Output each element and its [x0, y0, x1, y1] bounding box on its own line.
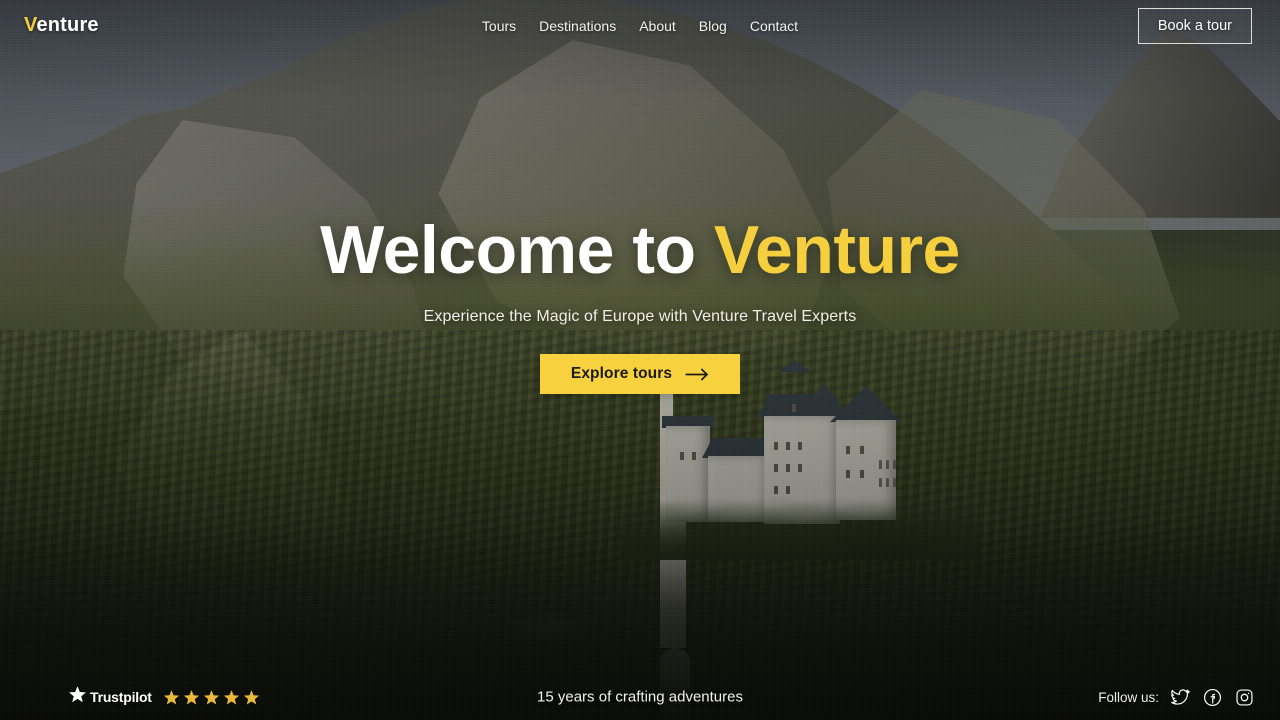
nav-item-tours[interactable]: Tours	[482, 19, 516, 33]
experience-tagline: 15 years of crafting adventures	[537, 688, 743, 706]
star-icon	[223, 689, 240, 706]
explore-tours-button[interactable]: Explore tours	[539, 354, 741, 395]
trustpilot-star-icon	[68, 685, 87, 709]
hero-title-plain: Welcome to	[320, 212, 696, 288]
facebook-icon[interactable]	[1202, 687, 1222, 707]
twitter-icon[interactable]	[1170, 687, 1190, 707]
follow-us-label: Follow us:	[1098, 689, 1159, 705]
social-links: Follow us:	[1098, 687, 1254, 707]
arrow-right-icon	[685, 368, 709, 381]
trustpilot-label: Trustpilot	[90, 689, 152, 705]
hero-subtitle: Experience the Magic of Europe with Vent…	[423, 308, 857, 326]
nav-item-blog[interactable]: Blog	[699, 19, 727, 33]
trustpilot-stars	[163, 689, 260, 706]
page-title: Welcome to Venture	[320, 212, 960, 288]
site-header: Venture Tours Destinations About Blog Co…	[0, 0, 1280, 52]
trustpilot-rating[interactable]: Trustpilot	[68, 685, 260, 709]
hero-title-accent: Venture	[713, 212, 960, 288]
nav-item-contact[interactable]: Contact	[750, 19, 798, 33]
main-navigation: Tours Destinations About Blog Contact	[0, 0, 1280, 52]
star-icon	[183, 689, 200, 706]
instagram-icon[interactable]	[1234, 687, 1254, 707]
book-a-tour-button[interactable]: Book a tour	[1137, 8, 1252, 44]
explore-tours-label: Explore tours	[570, 365, 673, 383]
star-icon	[203, 689, 220, 706]
nav-item-about[interactable]: About	[639, 19, 676, 33]
nav-item-destinations[interactable]: Destinations	[539, 19, 616, 33]
star-icon	[243, 689, 260, 706]
hero-bottom-bar: Trustpilot 15 years of crafting adventur…	[0, 674, 1280, 720]
star-icon	[163, 689, 180, 706]
